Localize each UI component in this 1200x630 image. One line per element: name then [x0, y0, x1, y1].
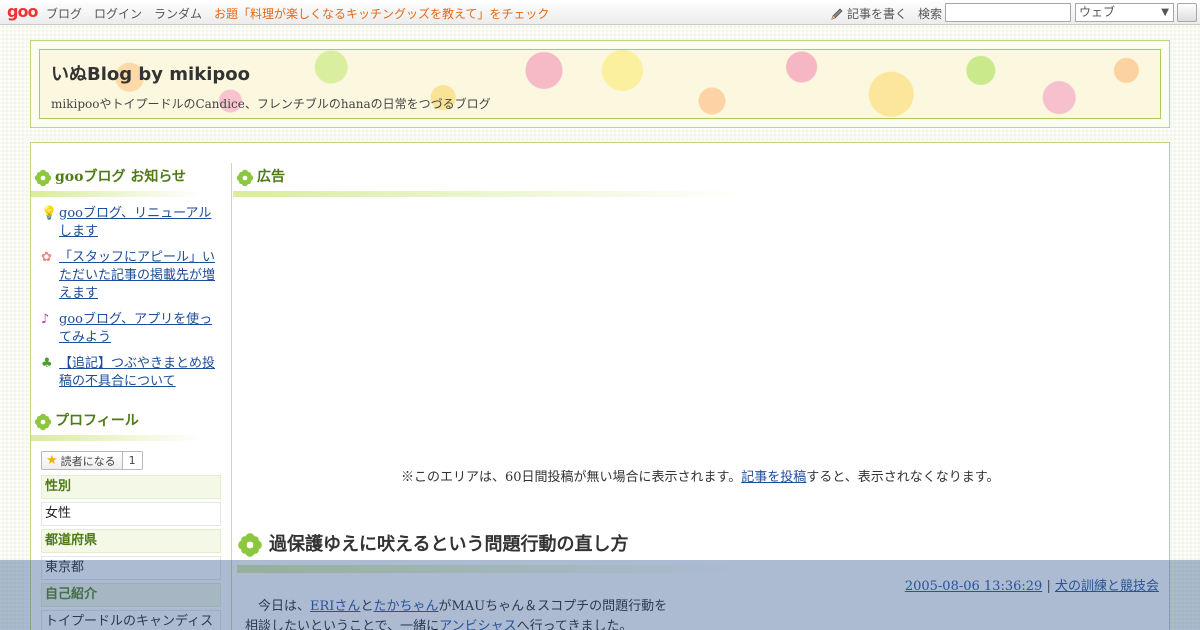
- profile-heading: プロフィール: [31, 407, 231, 435]
- promo-link[interactable]: お題「料理が楽しくなるキッチングッズを教えて」をチェック: [214, 5, 549, 22]
- ad-title: 広告: [257, 169, 285, 185]
- taka-link[interactable]: たかちゃん: [373, 599, 438, 614]
- ad-note-text: すると、表示されなくなります。: [806, 470, 1000, 485]
- search-scope-value: ウェブ: [1079, 5, 1116, 19]
- main-container: gooブログ お知らせ 💡 gooブログ、リニューアルします ✿ 「スタッフにア…: [30, 142, 1170, 630]
- flower-icon: ✿: [41, 250, 52, 265]
- profile-intro-label: 自己紹介: [41, 583, 221, 607]
- notice-item: ✿ 「スタッフにアピール」いただいた記事の掲載先が増えます: [41, 249, 223, 303]
- flower-icon: [34, 169, 52, 187]
- ad-heading: 広告: [233, 163, 1169, 191]
- flower-icon: [236, 169, 254, 187]
- notice-item: 💡 gooブログ、リニューアルします: [41, 205, 223, 241]
- star-icon: ★: [46, 453, 58, 468]
- profile-pref-label: 都道府県: [41, 529, 221, 553]
- toolbar-nav: ブログ ログイン ランダム: [46, 5, 202, 22]
- lightbulb-icon: 💡: [41, 206, 58, 221]
- profile-gender-label: 性別: [41, 475, 221, 499]
- profile-pref-value: 東京都: [41, 556, 221, 580]
- become-reader-button[interactable]: ★ 読者になる 1: [41, 451, 143, 470]
- notice-list: 💡 gooブログ、リニューアルします ✿ 「スタッフにアピール」いただいた記事の…: [31, 197, 231, 391]
- write-article-link[interactable]: 記事を書く: [830, 5, 907, 22]
- blog-description: mikipooやトイプードルのCandice、フレンチブルのhanaの日常をつづ…: [51, 97, 491, 111]
- meta-separator: |: [1046, 579, 1051, 594]
- entry-datetime-link[interactable]: 2005-08-06 13:36:29: [905, 579, 1042, 594]
- notices-heading: gooブログ お知らせ: [31, 163, 231, 191]
- blog-title[interactable]: いぬBlog by mikipoo: [51, 60, 250, 86]
- entry-text: がMAUちゃん＆スコプチの問題行動を: [438, 599, 668, 614]
- nav-random-link[interactable]: ランダム: [154, 5, 202, 22]
- flower-icon: [34, 413, 52, 431]
- ambitious-link[interactable]: アンビシャス: [439, 619, 516, 630]
- entry-body: 今日は、ERIさんとたかちゃんがMAUちゃん＆スコプチの問題行動を 相談したいと…: [245, 597, 705, 630]
- eri-link[interactable]: ERIさん: [310, 599, 360, 614]
- post-article-link[interactable]: 記事を投稿: [741, 470, 806, 485]
- entry-text: 相談したいということで、一緒に: [245, 619, 440, 630]
- sidebar: gooブログ お知らせ 💡 gooブログ、リニューアルします ✿ 「スタッフにア…: [31, 163, 232, 630]
- entry-underline: [237, 565, 737, 573]
- nav-blog-link[interactable]: ブログ: [46, 5, 82, 22]
- entry-heading: 過保護ゆえに吠えるという問題行動の直し方: [237, 527, 628, 563]
- goo-toolbar: goo ブログ ログイン ランダム お題「料理が楽しくなるキッチングッズを教えて…: [0, 0, 1200, 25]
- header-banner: いぬBlog by mikipoo mikipooやトイプードルのCandice…: [39, 49, 1161, 119]
- profile-intro-value: トイプードルのキャンディス: [41, 610, 221, 630]
- notices-title: gooブログ お知らせ: [55, 169, 187, 185]
- search-input[interactable]: [945, 3, 1071, 22]
- search-button[interactable]: [1177, 3, 1197, 22]
- entry-meta: 2005-08-06 13:36:29 | 犬の訓練と競技会: [905, 575, 1159, 594]
- profile-title: プロフィール: [55, 413, 139, 429]
- write-article-label: 記事を書く: [847, 7, 908, 21]
- profile-gender-value: 女性: [41, 502, 221, 526]
- ad-area: [233, 197, 1169, 497]
- ad-note: ※このエリアは、60日間投稿が無い場合に表示されます。記事を投稿すると、表示され…: [401, 466, 999, 485]
- blog-header: いぬBlog by mikipoo mikipooやトイプードルのCandice…: [30, 40, 1170, 128]
- main-content: 広告 ※このエリアは、60日間投稿が無い場合に表示されます。記事を投稿すると、表…: [233, 163, 1169, 630]
- entry-title[interactable]: 過保護ゆえに吠えるという問題行動の直し方: [269, 534, 628, 555]
- notice-link[interactable]: 【追記】つぶやきまとめ投稿の不具合について: [59, 356, 215, 389]
- clover-icon: ♣: [41, 356, 53, 371]
- search-scope-select[interactable]: ウェブ ▼: [1075, 3, 1174, 22]
- entry-category-link[interactable]: 犬の訓練と競技会: [1055, 579, 1159, 594]
- entry-text: へ行ってきました。: [516, 619, 633, 630]
- music-note-icon: ♪: [41, 312, 50, 327]
- notice-link[interactable]: gooブログ、リニューアルします: [59, 206, 211, 239]
- entry-text: と: [360, 599, 374, 614]
- notice-link[interactable]: 「スタッフにアピール」いただいた記事の掲載先が増えます: [59, 250, 215, 301]
- ad-note-text: ※このエリアは、60日間投稿が無い場合に表示されます。: [401, 470, 742, 485]
- reader-count: 1: [121, 452, 142, 469]
- reader-label: 読者になる: [60, 454, 116, 468]
- notice-item: ♣ 【追記】つぶやきまとめ投稿の不具合について: [41, 355, 223, 391]
- profile-underline: [31, 435, 201, 441]
- profile-table: 性別 女性 都道府県 東京都 自己紹介 トイプードルのキャンディス: [41, 475, 221, 630]
- search-label: 検索: [918, 7, 943, 21]
- entry-text: 今日は、: [258, 599, 311, 614]
- chevron-down-icon: ▼: [1161, 7, 1169, 18]
- flower-icon: [238, 533, 262, 557]
- notice-link[interactable]: gooブログ、アプリを使ってみよう: [59, 312, 212, 345]
- goo-logo[interactable]: goo: [7, 2, 38, 21]
- nav-login-link[interactable]: ログイン: [94, 5, 142, 22]
- entry-paragraph: 今日は、ERIさんとたかちゃんがMAUちゃん＆スコプチの問題行動を 相談したいと…: [245, 597, 705, 630]
- notice-item: ♪ gooブログ、アプリを使ってみよう: [41, 311, 223, 347]
- pencil-icon: [831, 7, 843, 20]
